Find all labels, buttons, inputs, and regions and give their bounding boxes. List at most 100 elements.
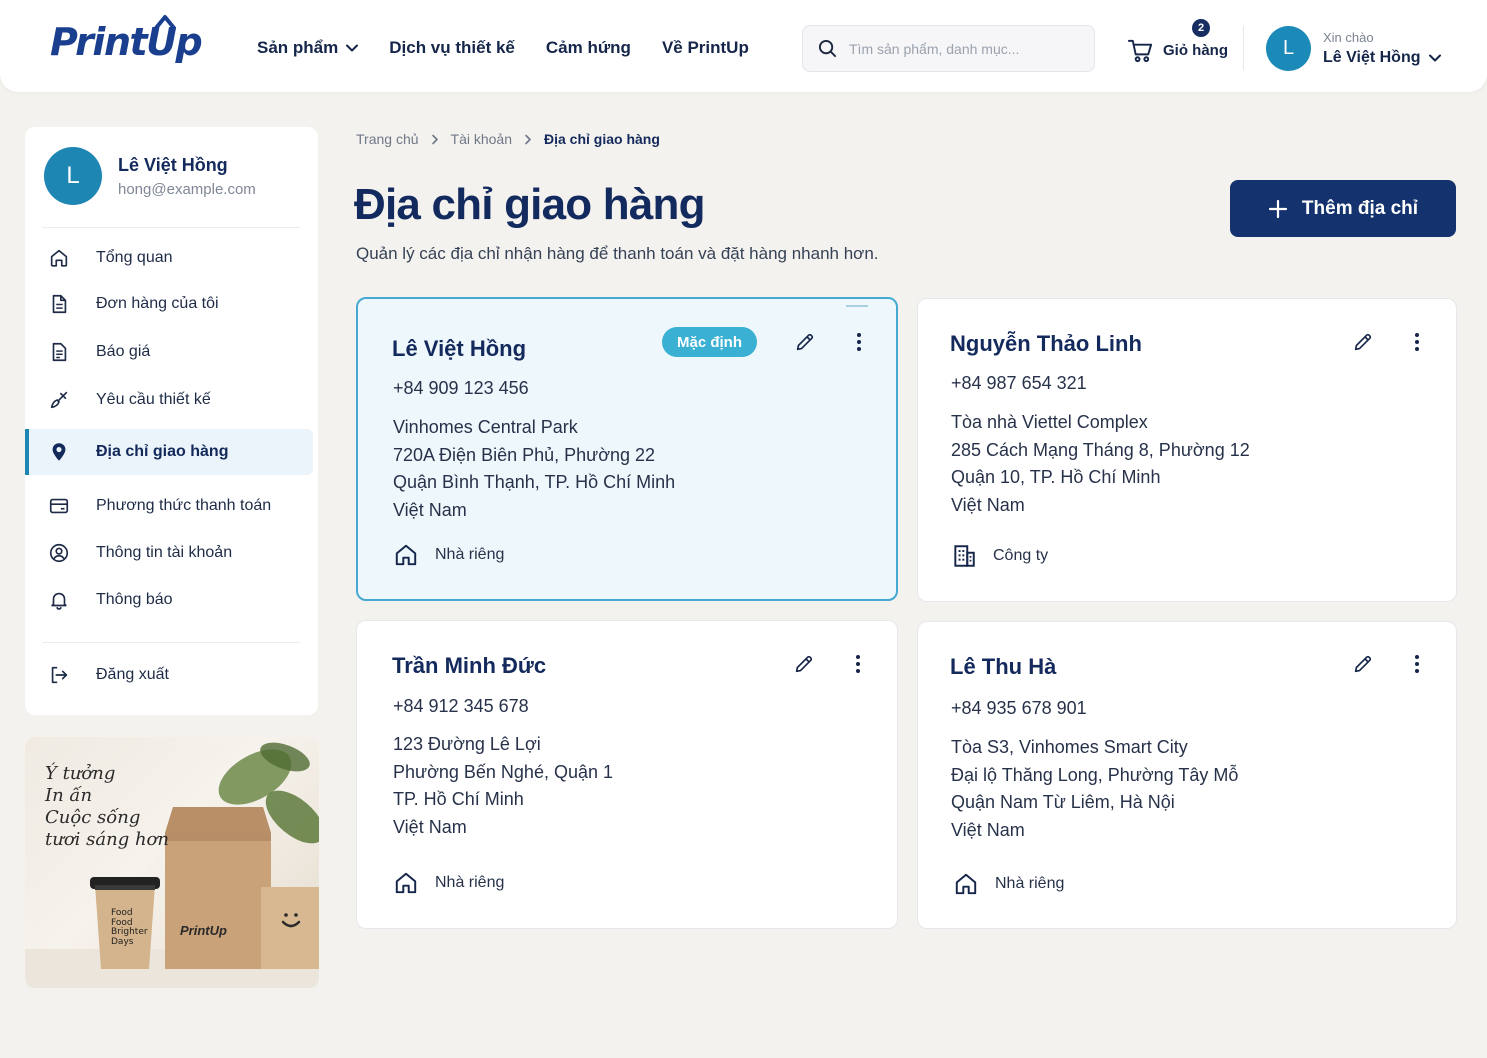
- address-type: Nhà riêng: [393, 542, 504, 568]
- sidebar-item-quotes[interactable]: Báo giá: [25, 330, 313, 374]
- cart-count-badge: 2: [1192, 19, 1210, 37]
- nav-products[interactable]: Sản phẩm: [257, 38, 359, 58]
- sidebar-item-logout[interactable]: Đăng xuất: [25, 653, 313, 697]
- edit-address-button[interactable]: [1348, 327, 1378, 357]
- sidebar-item-shipping-addresses[interactable]: Địa chỉ giao hàng: [25, 429, 313, 475]
- address-phone: +84 912 345 678: [393, 696, 529, 716]
- more-vertical-icon: [1415, 333, 1419, 351]
- search-input[interactable]: [849, 40, 1079, 57]
- add-address-button-label: Thêm địa chỉ: [1301, 197, 1419, 219]
- bell-icon: [47, 588, 71, 612]
- promo-tagline: Ý tưởng In ấn Cuộc sống tươi sáng hơn: [45, 763, 169, 851]
- home-icon: [395, 544, 417, 566]
- sidebar-item-label: Tổng quan: [96, 249, 173, 266]
- pencil-icon: [1354, 655, 1372, 673]
- edit-address-button[interactable]: [1348, 649, 1378, 679]
- search-icon: [818, 39, 837, 58]
- logout-icon: [47, 663, 71, 687]
- address-card[interactable]: Trần Minh Đức +84 912 345 678 123 Đường …: [356, 620, 898, 929]
- logo-text-print: Print: [50, 20, 148, 64]
- user-menu[interactable]: L Xin chào Lê Việt Hồng: [1266, 26, 1441, 71]
- address-line: Quận Bình Thạnh, TP. Hồ Chí Minh: [393, 472, 676, 492]
- edit-address-button[interactable]: [790, 327, 820, 357]
- brush-icon: [47, 388, 71, 412]
- promo-banner[interactable]: Ý tưởng In ấn Cuộc sống tươi sáng hơn Fo…: [25, 737, 319, 988]
- address-type-label: Nhà riêng: [995, 875, 1065, 892]
- logo-text-up: Up: [146, 15, 203, 64]
- nav-inspiration[interactable]: Cảm hứng: [546, 38, 631, 58]
- sidebar-item-label: Địa chỉ giao hàng: [96, 443, 229, 460]
- main-nav: Sản phẩm Dịch vụ thiết kế Cảm hứng Về Pr…: [257, 38, 780, 58]
- sidebar-item-overview[interactable]: Tổng quan: [25, 236, 313, 280]
- add-address-button[interactable]: Thêm địa chỉ: [1230, 180, 1456, 237]
- address-type: Công ty: [951, 543, 1048, 569]
- quote-icon: [47, 340, 71, 364]
- address-line: TP. Hồ Chí Minh: [393, 789, 524, 809]
- address-line: Quận 10, TP. Hồ Chí Minh: [951, 467, 1161, 487]
- promo-cup-text-line: Days: [111, 936, 134, 947]
- top-header: Print Up Sản phẩm Dịch vụ thiết kế Cảm hứ…: [0, 0, 1487, 92]
- address-line: 123 Đường Lê Lợi: [393, 734, 541, 754]
- header-user-name-row: Lê Việt Hồng: [1323, 49, 1441, 67]
- document-icon: [47, 292, 71, 316]
- address-phone: +84 935 678 901: [951, 698, 1087, 718]
- breadcrumb-account[interactable]: Tài khoản: [451, 131, 512, 147]
- cart-button[interactable]: 2 Giỏ hàng: [1127, 19, 1228, 64]
- address-lines: Vinhomes Central Park 720A Điện Biên Phủ…: [393, 414, 675, 524]
- plus-icon: [1268, 199, 1288, 218]
- profile-card: L Lê Việt Hồng hong@example.com: [44, 147, 256, 205]
- shopping-cart-icon: [1127, 39, 1153, 63]
- address-type: Nhà riêng: [953, 871, 1064, 897]
- address-card[interactable]: Lê Thu Hà +84 935 678 901 Tòa S3, Vinhom…: [917, 621, 1457, 929]
- breadcrumb-current: Địa chỉ giao hàng: [544, 131, 660, 147]
- printup-logo[interactable]: Print Up: [50, 15, 203, 64]
- pencil-icon: [795, 655, 813, 673]
- breadcrumb-home[interactable]: Trang chủ: [356, 131, 419, 147]
- edit-address-button[interactable]: [789, 649, 819, 679]
- chevron-right-icon: [524, 134, 532, 145]
- page-title: Địa chỉ giao hàng: [354, 180, 705, 229]
- building-icon: [954, 545, 975, 567]
- address-line: Quận Nam Từ Liêm, Hà Nội: [951, 792, 1175, 812]
- address-phone: +84 987 654 321: [951, 373, 1087, 393]
- address-line: Việt Nam: [393, 816, 467, 837]
- more-options-button[interactable]: [844, 327, 874, 357]
- sidebar-item-notifications[interactable]: Thông báo: [25, 578, 313, 622]
- address-type: Nhà riêng: [393, 870, 504, 896]
- promo-bag-brand: PrintUp: [180, 923, 227, 938]
- nav-inspiration-label: Cảm hứng: [545, 38, 631, 57]
- address-line: Việt Nam: [393, 499, 467, 520]
- address-card[interactable]: Nguyễn Thảo Linh +84 987 654 321 Tòa nhà…: [917, 298, 1457, 602]
- sidebar-item-orders[interactable]: Đơn hàng của tôi: [25, 282, 313, 326]
- nav-about[interactable]: Về PrintUp: [662, 38, 749, 58]
- address-phone: +84 909 123 456: [393, 378, 529, 398]
- home-icon: [955, 873, 977, 895]
- address-line: 720A Điện Biên Phủ, Phường 22: [393, 444, 656, 465]
- more-options-button[interactable]: [1402, 327, 1432, 357]
- greeting-text: Xin chào: [1323, 30, 1374, 45]
- logo-arrow-icon: [154, 15, 177, 30]
- header-divider: [1243, 26, 1244, 70]
- address-line: Phường Bến Nghé, Quận 1: [393, 761, 613, 782]
- sidebar-item-payment-methods[interactable]: Phương thức thanh toán: [25, 484, 313, 528]
- address-name: Nguyễn Thảo Linh: [950, 331, 1142, 356]
- chevron-down-icon: [1428, 54, 1441, 62]
- address-lines: 123 Đường Lê Lợi Phường Bến Nghé, Quận 1…: [393, 731, 613, 841]
- address-lines: Tòa nhà Viettel Complex 285 Cách Mạng Th…: [951, 409, 1250, 519]
- sidebar-item-label: Đăng xuất: [96, 666, 169, 683]
- address-card-default[interactable]: Lê Việt Hồng Mặc định +84 909 123 456 Vi…: [356, 297, 898, 601]
- pencil-icon: [1354, 333, 1372, 351]
- search-box[interactable]: [802, 25, 1095, 72]
- sidebar-item-label: Thông tin tài khoản: [96, 544, 233, 561]
- more-options-button[interactable]: [843, 649, 873, 679]
- promo-cup-text: Food Food Brighter Days: [111, 908, 148, 947]
- address-type-label: Công ty: [993, 547, 1049, 564]
- sidebar-divider: [42, 227, 300, 228]
- address-line: Việt Nam: [951, 494, 1025, 515]
- promo-tagline-line: tươi sáng hơn: [45, 829, 169, 850]
- sidebar-item-account-info[interactable]: Thông tin tài khoản: [25, 531, 313, 575]
- sidebar-item-design-requests[interactable]: Yêu cầu thiết kế: [25, 378, 313, 422]
- address-line: Tòa nhà Viettel Complex: [951, 412, 1148, 432]
- more-options-button[interactable]: [1402, 649, 1432, 679]
- nav-design-services[interactable]: Dịch vụ thiết kế: [389, 38, 515, 58]
